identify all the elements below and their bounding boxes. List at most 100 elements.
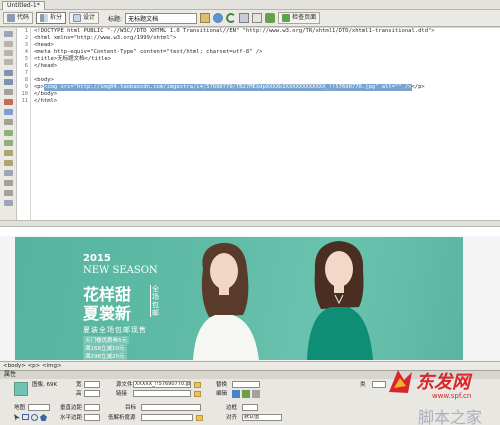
wrap-tag-icon[interactable] [4,150,13,156]
line-numbers-icon[interactable] [4,89,13,95]
banner-promo-3: 满298立减20元 [83,352,127,360]
code-line: </html> [34,98,58,104]
highlight-invalid-code-icon[interactable] [4,99,13,105]
vspace-label: 垂直边距 [60,405,83,411]
code-line: <head> [34,42,54,48]
lowsrc-label: 低解析度源 [108,415,136,421]
watermark-tagline: 脚本之家 [418,408,483,425]
class-label: 类 [360,382,366,388]
border-label: 边框 [226,405,238,411]
hotspot-polygon-icon[interactable] [40,414,47,421]
alt-input[interactable] [232,381,260,388]
watermark-logo [389,370,412,393]
browse-folder-icon[interactable] [194,382,201,388]
target-select[interactable] [141,404,201,411]
code-line: <html xmlns="http://www.w3.org/1999/xhtm… [34,35,177,41]
watermark-brand: 东发网 [416,372,470,393]
visual-aids-icon[interactable] [252,13,263,23]
image-thumbnail [14,382,28,396]
move-css-icon[interactable] [4,170,13,176]
collapse-selection-icon[interactable] [4,50,13,56]
view-options-icon[interactable] [239,13,250,23]
line-number: 10 [21,91,28,97]
design-icon [73,14,82,22]
properties-title: 属性 [4,371,17,378]
code-line: <title>无标题文档</title> [34,56,112,62]
collapse-tag-icon[interactable] [4,41,13,47]
code-line: <!DOCTYPE html PUBLIC "-//W3C//DTD XHTML… [34,28,435,34]
document-toolbar: 代码 拆分 设计 标题: 检查页面 [0,10,500,27]
align-label: 对齐 [226,415,238,421]
banner-year: 2015 [83,253,111,264]
banner-promo-1: 天门楼优惠券5元 [83,336,129,344]
model-photo-right [307,241,373,360]
align-select[interactable]: 默认值 [242,414,282,421]
code-line: <meta http-equiv="Content-Type" content=… [34,49,263,55]
line-number-gutter: 1 2 3 4 5 6 7 8 9 10 11 [17,28,31,220]
remove-comment-icon[interactable] [4,140,13,146]
width-label: 宽 [76,382,82,388]
src-input[interactable]: XXXXX_!!57690770.jpg [133,381,191,388]
select-parent-tag-icon[interactable] [4,70,13,76]
design-view-label: 设计 [83,14,96,21]
design-view-button[interactable]: 设计 [69,12,100,24]
split-divider[interactable] [0,220,500,227]
link-label: 链接 [116,391,128,397]
selected-code[interactable]: <img src="http://img04.taobaocdn.com/img… [43,84,412,91]
height-input[interactable] [84,390,100,397]
watermark-site: www.spf.cn [432,392,472,400]
optimize-icon[interactable] [242,390,250,398]
alt-label: 替换 [216,382,228,388]
hspace-input[interactable] [84,414,100,421]
banner-image[interactable]: 2015 NEW SEASON 花样甜 夏裳新 全场包邮 夏装全场包邮现售 天门… [15,237,463,360]
src-label: 源文件 [116,382,133,388]
preview-globe-icon[interactable] [213,13,224,23]
file-management-icon[interactable] [200,13,211,23]
lowsrc-folder-icon[interactable] [196,415,203,421]
refresh-icon[interactable] [226,13,237,23]
balance-braces-icon[interactable] [4,79,13,85]
hotspot-circle-icon[interactable] [31,414,38,421]
lowsrc-input[interactable] [141,414,193,421]
vspace-input[interactable] [84,404,100,411]
width-input[interactable] [84,381,100,388]
code-view-label: 代码 [17,14,30,21]
validate-icon[interactable] [265,13,276,23]
class-select[interactable] [372,381,386,388]
document-tab[interactable]: Untitled-1* [2,1,45,10]
map-input[interactable] [28,404,50,411]
split-view-button[interactable]: 拆分 [36,12,67,24]
expand-all-icon[interactable] [4,59,13,65]
line-number: 11 [21,98,28,104]
syntax-error-icon[interactable] [4,119,13,125]
title-input[interactable] [125,12,198,24]
code-editor[interactable]: <!DOCTYPE html PUBLIC "-//W3C//DTD XHTML… [31,28,500,220]
check-page-label: 检查页面 [292,14,317,21]
model-photo-left [193,242,259,360]
code-view-button[interactable]: 代码 [3,12,34,24]
code-line: </body> [34,91,58,97]
check-page-button[interactable]: 检查页面 [278,12,321,24]
hotspot-rect-icon[interactable] [22,414,29,420]
apply-comment-icon[interactable] [4,130,13,136]
format-source-icon[interactable] [4,200,13,206]
edit-image-icon[interactable] [232,390,240,398]
line-number: 9 [24,84,28,90]
word-wrap-icon[interactable] [4,109,13,115]
hotspot-pointer-icon[interactable] [14,414,20,421]
open-documents-icon[interactable] [4,31,13,37]
border-input[interactable] [242,404,258,411]
check-page-icon [282,14,291,22]
banner-headline-line2: 夏裳新 [83,304,132,323]
line-number: 3 [24,42,28,48]
outdent-icon[interactable] [4,190,13,196]
recent-snippets-icon[interactable] [4,160,13,166]
link-input[interactable] [133,390,191,397]
hspace-label: 水平边距 [60,415,83,421]
crop-icon[interactable] [252,390,260,398]
code-line: </head> [34,63,58,69]
link-folder-icon[interactable] [194,391,201,397]
coding-toolbar [0,28,17,220]
indent-icon[interactable] [4,180,13,186]
